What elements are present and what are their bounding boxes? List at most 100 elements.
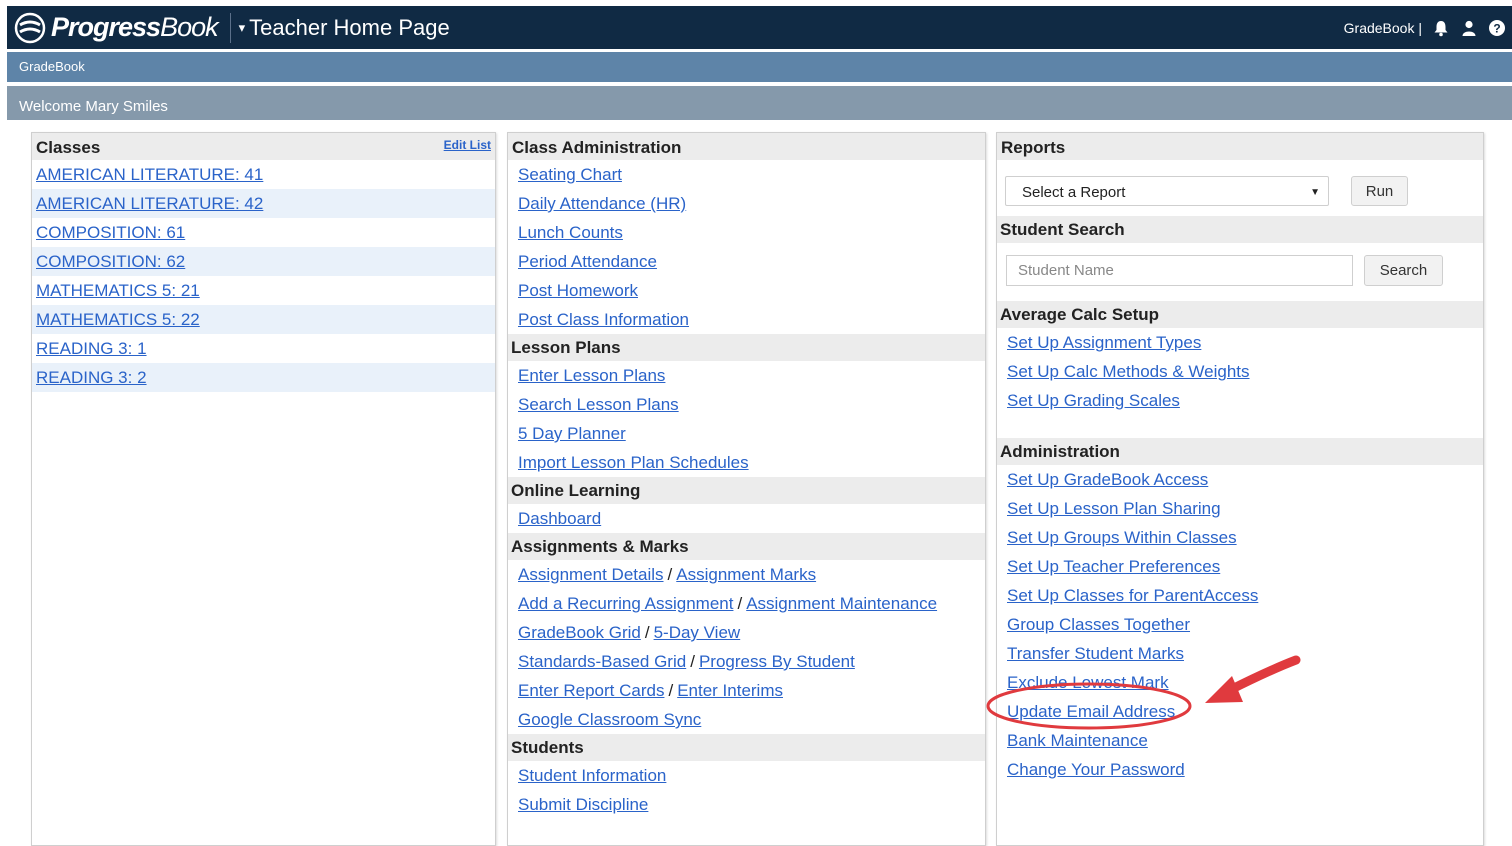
- gradebook-label[interactable]: GradeBook |: [1344, 20, 1422, 36]
- page-title: Teacher Home Page: [249, 14, 450, 40]
- class-link[interactable]: COMPOSITION: 61: [36, 223, 185, 242]
- assignments-marks-header: Assignments & Marks: [508, 533, 985, 560]
- user-icon[interactable]: [1460, 19, 1478, 37]
- class-row: READING 3: 1: [32, 334, 495, 363]
- search-lesson-plans-link[interactable]: Search Lesson Plans: [518, 395, 679, 414]
- list-item: Transfer Student Marks: [997, 639, 1483, 668]
- class-link[interactable]: AMERICAN LITERATURE: 42: [36, 194, 263, 213]
- change-your-password-link[interactable]: Change Your Password: [1007, 760, 1185, 779]
- exclude-lowest-mark-link[interactable]: Exclude Lowest Mark: [1007, 673, 1169, 692]
- reports-header: Reports: [997, 133, 1483, 160]
- set-up-lesson-plan-sharing-link[interactable]: Set Up Lesson Plan Sharing: [1007, 499, 1221, 518]
- period-attendance-link[interactable]: Period Attendance: [518, 252, 657, 271]
- bell-icon[interactable]: [1432, 19, 1450, 37]
- slash-separator: /: [644, 623, 650, 642]
- post-class-information-link[interactable]: Post Class Information: [518, 310, 689, 329]
- enter-report-cards-link[interactable]: Enter Report Cards: [518, 681, 664, 700]
- list-item: Post Homework: [508, 276, 985, 305]
- list-item: Lunch Counts: [508, 218, 985, 247]
- google-classroom-sync-link[interactable]: Google Classroom Sync: [518, 710, 701, 729]
- top-right-controls: GradeBook | ?: [1344, 6, 1506, 49]
- bank-maintenance-link[interactable]: Bank Maintenance: [1007, 731, 1148, 750]
- class-link[interactable]: AMERICAN LITERATURE: 41: [36, 165, 263, 184]
- list-item: Change Your Password: [997, 755, 1483, 784]
- list-item: Student Information: [508, 761, 985, 790]
- standards-based-grid-link[interactable]: Standards-Based Grid: [518, 652, 686, 671]
- list-item: Daily Attendance (HR): [508, 189, 985, 218]
- class-link[interactable]: MATHEMATICS 5: 22: [36, 310, 200, 329]
- online-learning-header: Online Learning: [508, 477, 985, 504]
- five-day-planner-link[interactable]: 5 Day Planner: [518, 424, 626, 443]
- assignment-details-link[interactable]: Assignment Details: [518, 565, 664, 584]
- class-row: AMERICAN LITERATURE: 41: [32, 160, 495, 189]
- progress-by-student-link[interactable]: Progress By Student: [699, 652, 855, 671]
- slash-separator: /: [667, 565, 673, 584]
- lesson-plans-header: Lesson Plans: [508, 334, 985, 361]
- set-up-grading-scales-link[interactable]: Set Up Grading Scales: [1007, 391, 1180, 410]
- set-up-calc-methods-link[interactable]: Set Up Calc Methods & Weights: [1007, 362, 1250, 381]
- svg-text:?: ?: [1493, 21, 1500, 35]
- class-link[interactable]: COMPOSITION: 62: [36, 252, 185, 271]
- run-button[interactable]: Run: [1351, 176, 1408, 206]
- post-homework-link[interactable]: Post Homework: [518, 281, 638, 300]
- classes-panel: Classes Edit List AMERICAN LITERATURE: 4…: [31, 132, 496, 846]
- edit-list-link[interactable]: Edit List: [444, 133, 491, 157]
- class-link[interactable]: MATHEMATICS 5: 21: [36, 281, 200, 300]
- set-up-classes-parentaccess-link[interactable]: Set Up Classes for ParentAccess: [1007, 586, 1258, 605]
- subnav-gradebook[interactable]: GradeBook: [19, 59, 85, 74]
- list-item: Exclude Lowest Mark: [997, 668, 1483, 697]
- class-link[interactable]: READING 3: 1: [36, 339, 147, 358]
- help-icon[interactable]: ?: [1488, 19, 1506, 37]
- class-row: MATHEMATICS 5: 22: [32, 305, 495, 334]
- dropdown-arrow-icon: ▼: [1310, 187, 1320, 198]
- top-header: ProgressBook ▾ Teacher Home Page GradeBo…: [7, 6, 1512, 49]
- list-item: Set Up Groups Within Classes: [997, 523, 1483, 552]
- assignment-marks-link[interactable]: Assignment Marks: [676, 565, 816, 584]
- enter-interims-link[interactable]: Enter Interims: [677, 681, 783, 700]
- administration-header: Administration: [997, 438, 1483, 465]
- search-button[interactable]: Search: [1364, 255, 1443, 286]
- list-item: Set Up Calc Methods & Weights: [997, 357, 1483, 386]
- list-item: Set Up Teacher Preferences: [997, 552, 1483, 581]
- students-header: Students: [508, 734, 985, 761]
- gradebook-grid-link[interactable]: GradeBook Grid: [518, 623, 641, 642]
- student-information-link[interactable]: Student Information: [518, 766, 666, 785]
- list-item: Seating Chart: [508, 160, 985, 189]
- dashboard-link[interactable]: Dashboard: [518, 509, 601, 528]
- class-row: READING 3: 2: [32, 363, 495, 392]
- set-up-teacher-preferences-link[interactable]: Set Up Teacher Preferences: [1007, 557, 1220, 576]
- page-title-menu[interactable]: ▾ Teacher Home Page: [239, 15, 450, 41]
- add-recurring-assignment-link[interactable]: Add a Recurring Assignment: [518, 594, 733, 613]
- daily-attendance-link[interactable]: Daily Attendance (HR): [518, 194, 686, 213]
- list-item: GradeBook Grid/5-Day View: [508, 618, 985, 647]
- student-name-input[interactable]: Student Name: [1006, 255, 1353, 286]
- class-link[interactable]: READING 3: 2: [36, 368, 147, 387]
- set-up-gradebook-access-link[interactable]: Set Up GradeBook Access: [1007, 470, 1208, 489]
- class-row: COMPOSITION: 61: [32, 218, 495, 247]
- submit-discipline-link[interactable]: Submit Discipline: [518, 795, 648, 814]
- class-administration-panel: Class Administration Seating Chart Daily…: [507, 132, 986, 846]
- group-classes-together-link[interactable]: Group Classes Together: [1007, 615, 1190, 634]
- student-search-row: Student Name Search: [997, 243, 1483, 301]
- list-item: Bank Maintenance: [997, 726, 1483, 755]
- report-select[interactable]: Select a Report ▼: [1005, 176, 1329, 206]
- class-row: AMERICAN LITERATURE: 42: [32, 189, 495, 218]
- welcome-bar: Welcome Mary Smiles: [7, 86, 1512, 120]
- assignment-maintenance-link[interactable]: Assignment Maintenance: [746, 594, 937, 613]
- update-email-address-link[interactable]: Update Email Address: [1007, 702, 1175, 721]
- seating-chart-link[interactable]: Seating Chart: [518, 165, 622, 184]
- list-item: Set Up Classes for ParentAccess: [997, 581, 1483, 610]
- five-day-view-link[interactable]: 5-Day View: [654, 623, 741, 642]
- list-item: Enter Report Cards / Enter Interims: [508, 676, 985, 705]
- import-lesson-plan-schedules-link[interactable]: Import Lesson Plan Schedules: [518, 453, 749, 472]
- transfer-student-marks-link[interactable]: Transfer Student Marks: [1007, 644, 1184, 663]
- list-item: Set Up Lesson Plan Sharing: [997, 494, 1483, 523]
- progressbook-logo[interactable]: ProgressBook: [13, 11, 219, 45]
- lunch-counts-link[interactable]: Lunch Counts: [518, 223, 623, 242]
- average-calc-setup-header: Average Calc Setup: [997, 301, 1483, 328]
- list-item: Add a Recurring Assignment / Assignment Ma…: [508, 589, 985, 618]
- set-up-assignment-types-link[interactable]: Set Up Assignment Types: [1007, 333, 1201, 352]
- set-up-groups-within-classes-link[interactable]: Set Up Groups Within Classes: [1007, 528, 1237, 547]
- enter-lesson-plans-link[interactable]: Enter Lesson Plans: [518, 366, 665, 385]
